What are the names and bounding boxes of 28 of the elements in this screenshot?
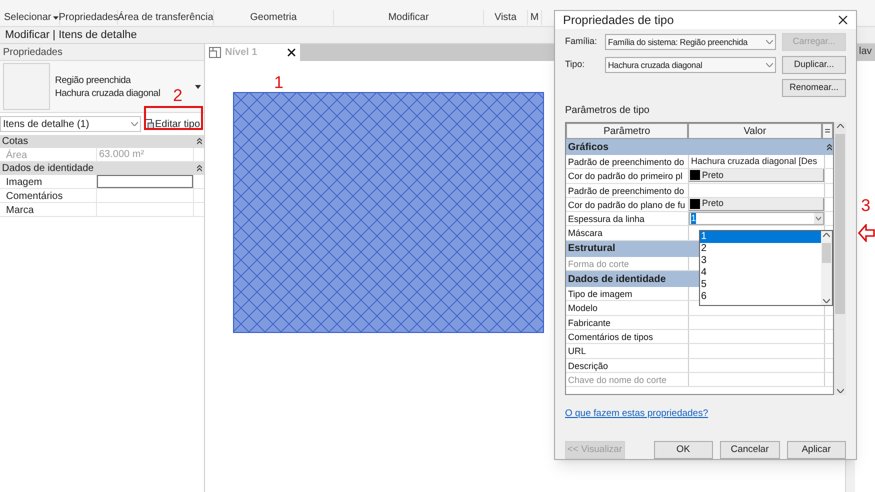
panel-title: Propriedades: [3, 46, 62, 60]
annotation-number: 2: [173, 86, 182, 106]
family-name: Região preenchida: [55, 74, 131, 86]
parameter-label: Modelo: [566, 301, 689, 315]
field-label: Tipo:: [565, 58, 586, 72]
property-label: Comentários: [0, 189, 97, 202]
parameter-label: Tipo de imagem: [566, 287, 689, 300]
parameter-label: Máscara: [566, 226, 689, 240]
parameter-value: Hachura cruzada diagonal [Des: [690, 154, 818, 168]
dialog-title: Propriedades de tipo: [563, 12, 674, 29]
type-name: Hachura cruzada diagonal: [55, 86, 160, 100]
field-label: Família:: [565, 35, 598, 48]
annotation-number: 1: [274, 73, 284, 93]
parameter-label: Padrão de preenchimento do: [566, 155, 689, 168]
parameter-label: Forma do corte: [566, 256, 689, 270]
parameter-label: Descrição: [566, 358, 689, 372]
property-value: 63.000 m²: [98, 148, 144, 162]
context-title: Modificar | Itens de detalhe: [5, 28, 137, 43]
parameter-label: Chave do nome do corte: [566, 372, 689, 386]
section-title: Parâmetros de tipo: [565, 104, 650, 118]
parameter-label: Comentários de tipos: [566, 330, 689, 344]
parameter-label: Fabricante: [566, 316, 689, 329]
background-label: lav: [859, 45, 872, 59]
parameter-label: Padrão de preenchimento do: [566, 184, 689, 197]
annotation-number: 3: [861, 196, 870, 216]
parameter-label: URL: [566, 344, 689, 358]
property-label: Área: [0, 148, 97, 161]
property-label: Marca: [0, 203, 97, 216]
